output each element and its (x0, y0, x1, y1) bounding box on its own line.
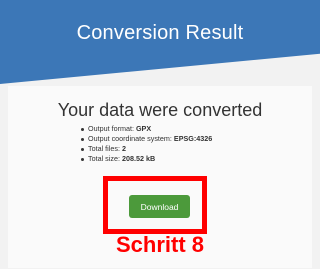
detail-label: Total files: (88, 144, 120, 153)
detail-value: EPSG:4326 (173, 134, 213, 143)
detail-total-files: Total files: 2 (80, 144, 212, 154)
detail-value: GPX (135, 124, 152, 133)
detail-output-format: Output format: GPX (80, 124, 212, 134)
step-highlight-box (103, 176, 207, 234)
detail-label: Output format: (88, 124, 134, 133)
step-label: Schritt 8 (115, 232, 205, 257)
page: Conversion Result Your data were convert… (0, 0, 320, 269)
detail-output-coordinate-system: Output coordinate system: EPSG:4326 (80, 134, 212, 144)
detail-value: 2 (121, 144, 126, 153)
detail-value: 208.52 kB (121, 154, 156, 163)
result-details-list: Output format: GPX Output coordinate sys… (80, 124, 212, 164)
page-title: Conversion Result (76, 22, 244, 44)
result-heading: Your data were converted (57, 100, 263, 120)
detail-label: Output coordinate system: (88, 134, 172, 143)
detail-label: Total size: (88, 154, 120, 163)
detail-total-size: Total size: 208.52 kB (80, 154, 212, 164)
